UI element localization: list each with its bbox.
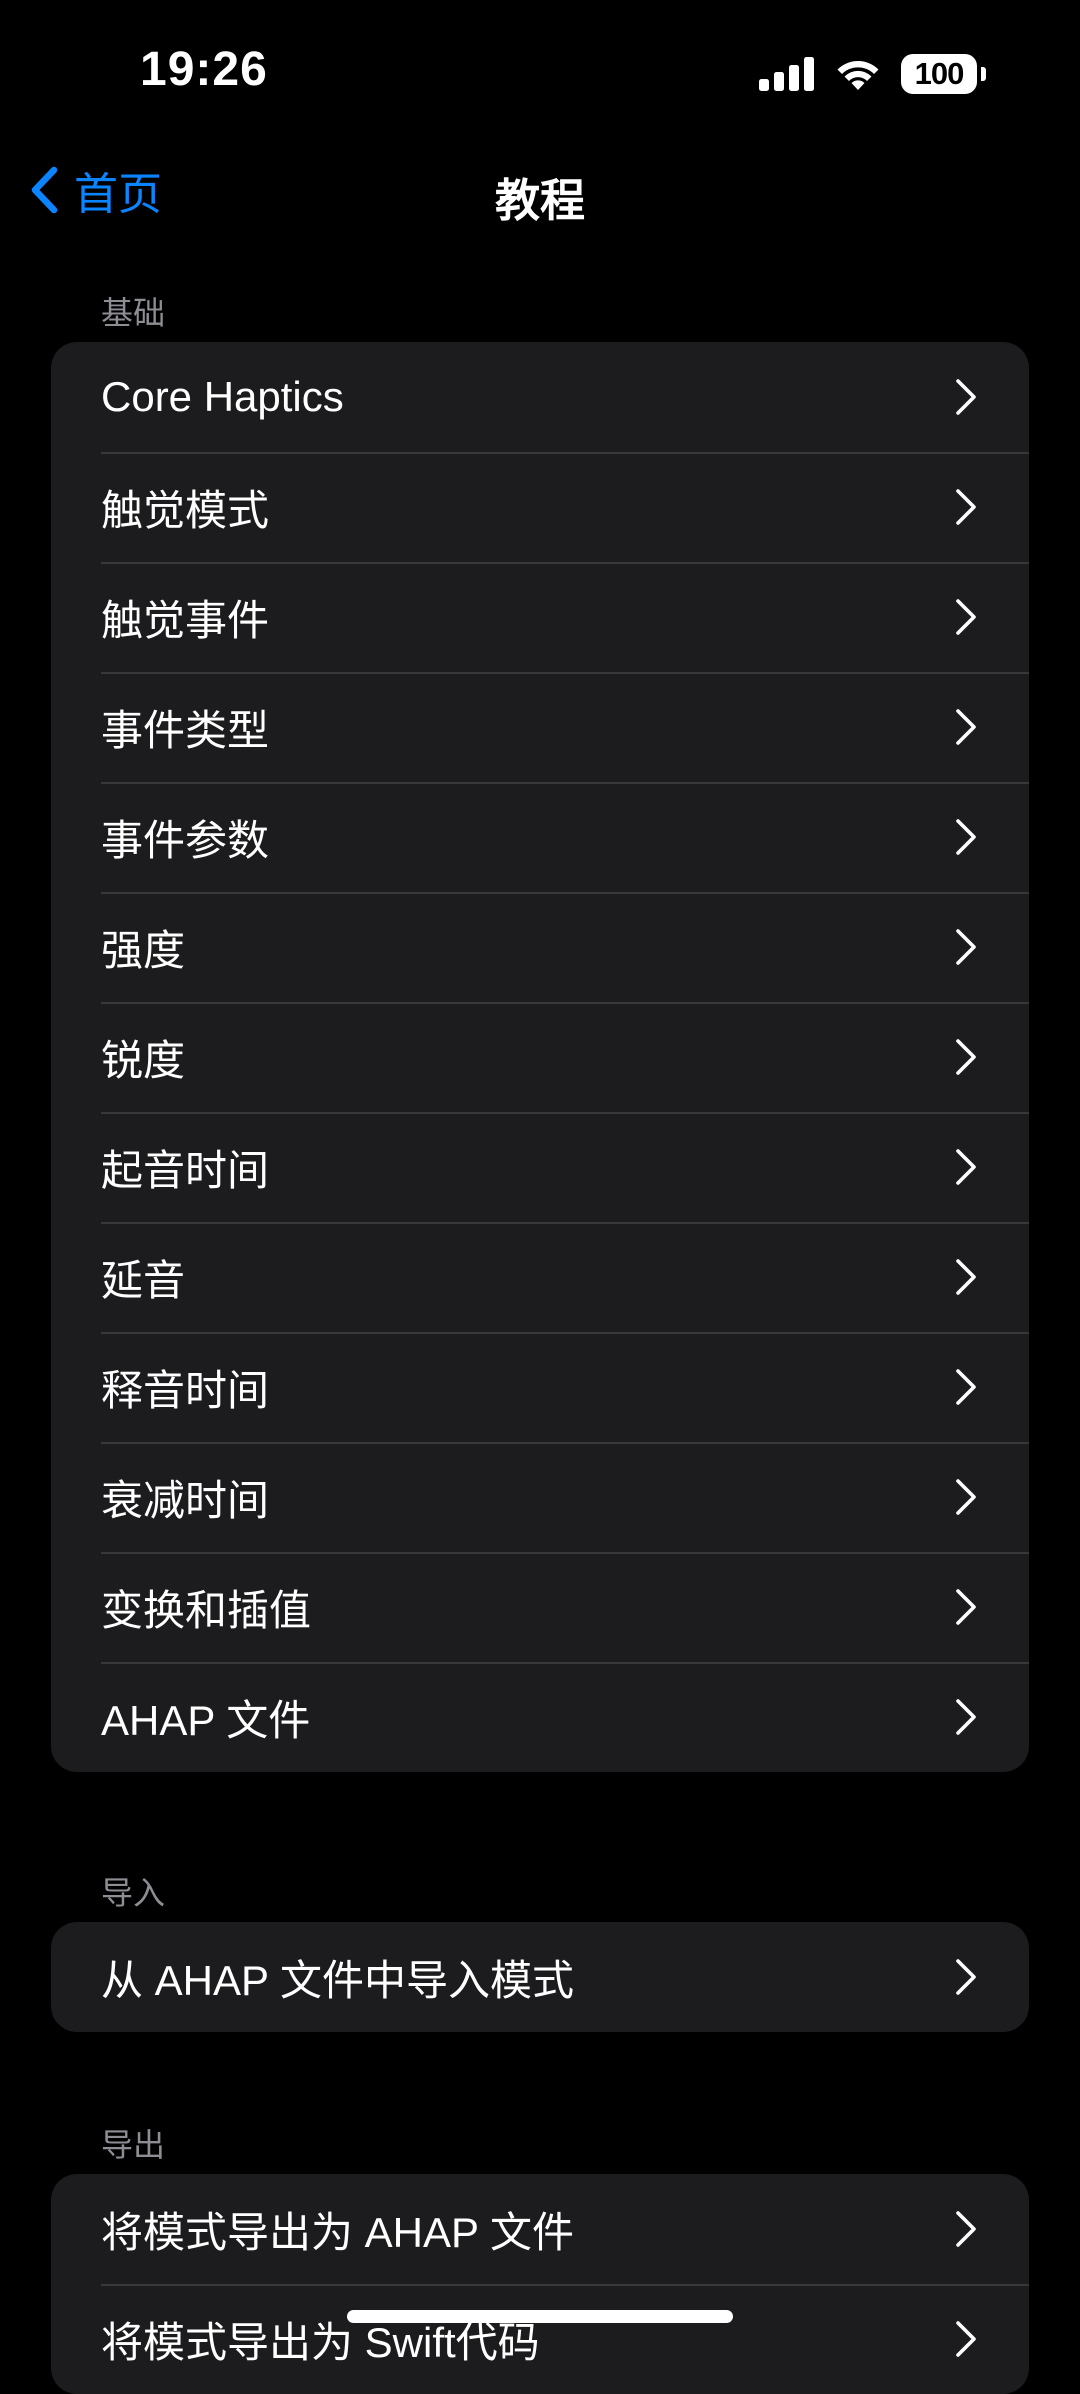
chevron-right-icon xyxy=(956,1589,976,1625)
battery-level: 100 xyxy=(914,56,965,91)
list-item-label: 从 AHAP 文件中导入模式 xyxy=(101,1956,574,2004)
list-item[interactable]: 触觉事件 xyxy=(51,562,1029,672)
chevron-right-icon xyxy=(956,1259,976,1295)
list-item-label: 事件类型 xyxy=(101,706,270,754)
chevron-right-icon xyxy=(956,1149,976,1185)
list-item[interactable]: 延音 xyxy=(51,1222,1029,1332)
list-item-label: 变换和插值 xyxy=(101,1586,312,1634)
list-item[interactable]: 触觉模式 xyxy=(51,452,1029,562)
list-item[interactable]: 事件类型 xyxy=(51,672,1029,782)
section-header-basics: 基础 xyxy=(101,295,166,331)
section-header-export: 导出 xyxy=(101,2127,166,2163)
status-bar: 19:26 100 xyxy=(0,0,1080,140)
wifi-icon xyxy=(837,61,879,90)
page-title: 教程 xyxy=(494,175,585,226)
list-item-label: 延音 xyxy=(101,1256,186,1304)
list-item-label: 起音时间 xyxy=(101,1146,270,1194)
list-item-label: 锐度 xyxy=(101,1036,186,1084)
chevron-right-icon xyxy=(956,1369,976,1405)
list-item-label: Core Haptics xyxy=(101,373,344,420)
chevron-right-icon xyxy=(956,2321,976,2357)
list-item-label: 释音时间 xyxy=(101,1366,270,1414)
list-item-label: AHAP 文件 xyxy=(101,1696,311,1744)
cellular-signal-icon xyxy=(759,57,814,91)
status-icons: 100 xyxy=(759,52,986,96)
import-list: 从 AHAP 文件中导入模式 xyxy=(51,1922,1029,2032)
chevron-right-icon xyxy=(956,1479,976,1515)
list-item[interactable]: Core Haptics xyxy=(51,342,1029,452)
list-item[interactable]: 起音时间 xyxy=(51,1112,1029,1222)
chevron-right-icon xyxy=(956,599,976,635)
chevron-right-icon xyxy=(956,489,976,525)
list-item[interactable]: 释音时间 xyxy=(51,1332,1029,1442)
basics-list: Core Haptics 触觉模式 触觉事件 事件类型 事件参数 强度 锐度 起… xyxy=(51,342,1029,1772)
home-indicator[interactable] xyxy=(347,2310,733,2323)
list-item[interactable]: 将模式导出为 AHAP 文件 xyxy=(51,2174,1029,2284)
list-item[interactable]: 衰减时间 xyxy=(51,1442,1029,1552)
chevron-right-icon xyxy=(956,1039,976,1075)
list-item[interactable]: 锐度 xyxy=(51,1002,1029,1112)
battery-tip xyxy=(981,67,986,81)
chevron-right-icon xyxy=(956,2211,976,2247)
status-time: 19:26 xyxy=(140,43,268,96)
battery-icon: 100 xyxy=(901,54,977,94)
list-item-label: 触觉模式 xyxy=(101,486,270,534)
list-item[interactable]: 将模式导出为 Swift代码 xyxy=(51,2284,1029,2394)
list-item[interactable]: 变换和插值 xyxy=(51,1552,1029,1662)
list-item[interactable]: 强度 xyxy=(51,892,1029,1002)
list-item[interactable]: AHAP 文件 xyxy=(51,1662,1029,1772)
chevron-right-icon xyxy=(956,1959,976,1995)
chevron-right-icon xyxy=(956,929,976,965)
navigation-bar: 首页 教程 xyxy=(0,140,1080,240)
chevron-right-icon xyxy=(956,819,976,855)
list-item-label: 强度 xyxy=(101,926,186,974)
list-item-label: 衰减时间 xyxy=(101,1476,270,1524)
chevron-right-icon xyxy=(956,709,976,745)
chevron-right-icon xyxy=(956,379,976,415)
list-item[interactable]: 事件参数 xyxy=(51,782,1029,892)
list-item[interactable]: 从 AHAP 文件中导入模式 xyxy=(51,1922,1029,2032)
chevron-right-icon xyxy=(956,1699,976,1735)
list-item-label: 将模式导出为 AHAP 文件 xyxy=(101,2208,574,2256)
export-list: 将模式导出为 AHAP 文件 将模式导出为 Swift代码 xyxy=(51,2174,1029,2394)
list-item-label: 事件参数 xyxy=(101,816,270,864)
section-header-import: 导入 xyxy=(101,1875,166,1911)
list-item-label: 触觉事件 xyxy=(101,596,270,644)
